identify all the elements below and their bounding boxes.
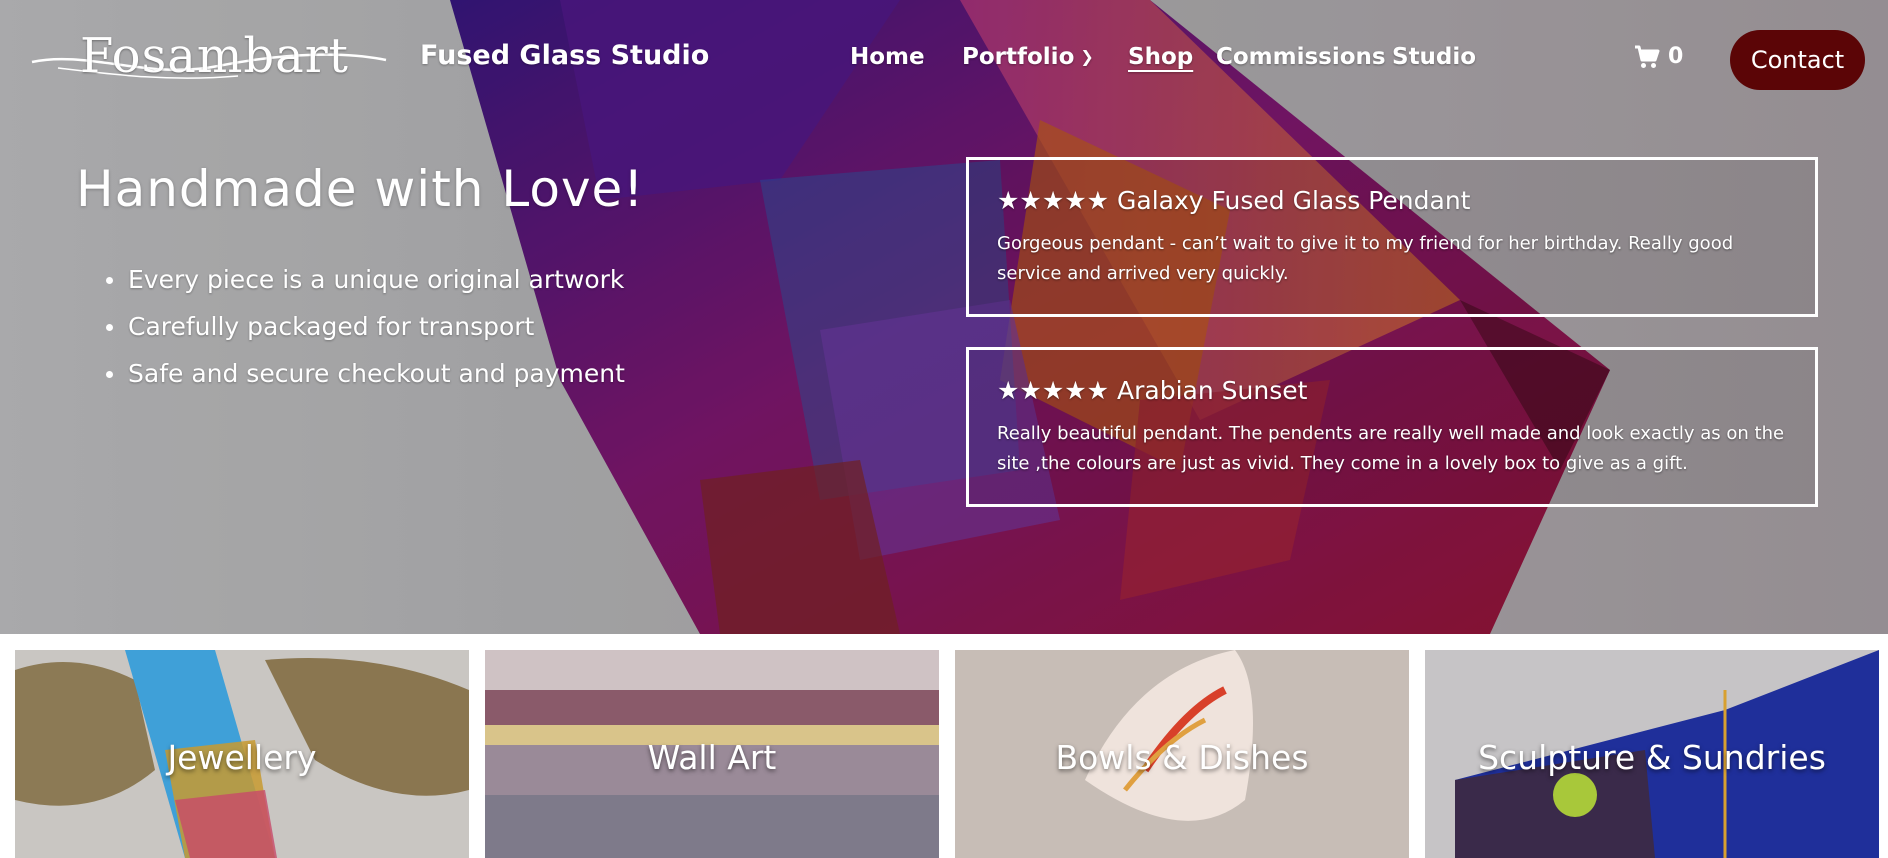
category-label: Bowls & Dishes bbox=[1055, 738, 1309, 777]
review-title: ★★★★★ Galaxy Fused Glass Pendant bbox=[997, 186, 1471, 215]
category-label: Jewellery bbox=[167, 738, 317, 777]
review-card: ★★★★★ Arabian Sunset Really beautiful pe… bbox=[966, 347, 1818, 507]
logo-text: Fosambart bbox=[80, 28, 349, 84]
bullet-item: Safe and secure checkout and payment bbox=[104, 354, 625, 401]
shopping-cart-icon bbox=[1635, 45, 1660, 68]
cart-link[interactable]: 0 bbox=[1634, 44, 1683, 69]
nav-home[interactable]: Home bbox=[850, 44, 925, 70]
review-card: ★★★★★ Galaxy Fused Glass Pendant Gorgeou… bbox=[966, 157, 1818, 317]
studio-name: Fused Glass Studio bbox=[420, 40, 710, 71]
nav-portfolio[interactable]: Portfolio ❯ bbox=[962, 44, 1094, 70]
bullet-item: Every piece is a unique original artwork bbox=[104, 260, 625, 307]
review-title: ★★★★★ Arabian Sunset bbox=[997, 376, 1308, 405]
nav-commissions[interactable]: Commissions bbox=[1216, 44, 1386, 70]
category-tile-jewellery[interactable]: Jewellery bbox=[15, 650, 469, 858]
nav-shop[interactable]: Shop bbox=[1128, 44, 1193, 70]
category-label: Wall Art bbox=[647, 738, 777, 777]
nav-studio[interactable]: Studio bbox=[1392, 44, 1476, 70]
category-tile-wall-art[interactable]: Wall Art bbox=[485, 650, 939, 858]
hero-title: Handmade with Love! bbox=[76, 160, 645, 218]
nav-portfolio-label: Portfolio bbox=[962, 44, 1075, 70]
cart-count: 0 bbox=[1668, 44, 1684, 69]
hero-bullet-list: Every piece is a unique original artwork… bbox=[104, 260, 625, 401]
review-body: Gorgeous pendant - can’t wait to give it… bbox=[997, 233, 1734, 284]
contact-button[interactable]: Contact bbox=[1730, 30, 1865, 90]
site-logo[interactable]: Fosambart bbox=[28, 22, 390, 90]
category-tile-sculpture-sundries[interactable]: Sculpture & Sundries bbox=[1425, 650, 1879, 858]
category-tile-bowls-dishes[interactable]: Bowls & Dishes bbox=[955, 650, 1409, 858]
review-body: Really beautiful pendant. The pendents a… bbox=[997, 423, 1785, 474]
bullet-item: Carefully packaged for transport bbox=[104, 307, 625, 354]
chevron-down-icon: ❯ bbox=[1080, 47, 1094, 66]
category-tiles: Jewellery Wall Art Bowls & Dishes Sculpt… bbox=[0, 650, 1888, 858]
category-label: Sculpture & Sundries bbox=[1478, 738, 1826, 777]
